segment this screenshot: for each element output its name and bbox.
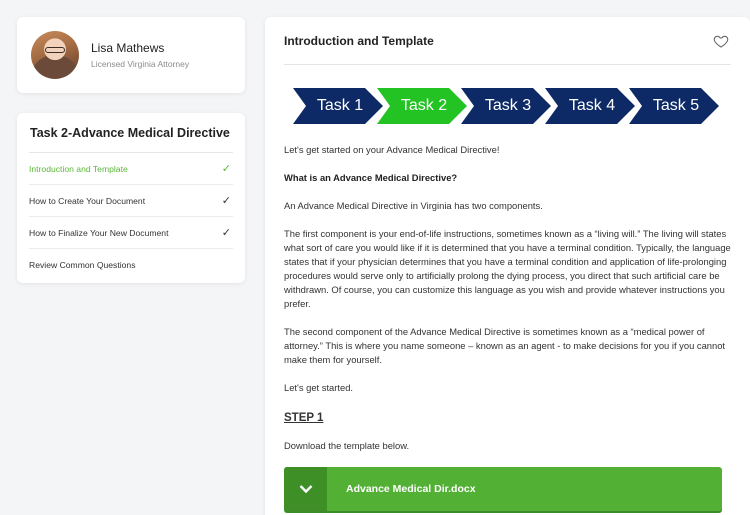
avatar [31, 31, 79, 79]
checkmark-icon: ✓ [221, 227, 231, 239]
task-item-label: How to Create Your Document [29, 195, 146, 206]
chevron-down-icon [284, 467, 327, 511]
checkmark-icon: ✓ [221, 195, 231, 207]
task-progress-steps: Task 1 Task 2 Task 3 Task 4 Task 5 [293, 88, 731, 124]
first-component-paragraph: The first component is your end-of-life … [284, 228, 731, 309]
main-header: Introduction and Template [284, 17, 731, 65]
profile-card: Lisa Mathews Licensed Virginia Attorney [17, 17, 245, 93]
question-heading: What is an Advance Medical Directive? [284, 172, 458, 183]
profile-subtitle: Licensed Virginia Attorney [91, 59, 190, 69]
step-2[interactable]: Task 2 [389, 88, 459, 124]
task-item-finalize-document[interactable]: How to Finalize Your New Document ✓ [29, 217, 233, 249]
download-template-button[interactable]: Advance Medical Dir.docx [284, 467, 722, 511]
download-intro: Download the template below. [284, 440, 410, 451]
task-item-create-document[interactable]: How to Create Your Document ✓ [29, 185, 233, 217]
heart-outline-icon[interactable] [713, 33, 729, 49]
download-file-name: Advance Medical Dir.docx [346, 483, 476, 495]
task-panel-title: Task 2-Advance Medical Directive [29, 113, 233, 153]
task-panel: Task 2-Advance Medical Directive Introdu… [17, 113, 245, 283]
task-item-introduction[interactable]: Introduction and Template ✓ [29, 153, 233, 185]
main-content-card: Introduction and Template Task 1 Task 2 … [265, 17, 750, 515]
profile-name: Lisa Mathews [91, 41, 165, 55]
step-heading: STEP 1 [284, 412, 324, 424]
step-5[interactable]: Task 5 [641, 88, 711, 124]
task-item-common-questions[interactable]: Review Common Questions [29, 249, 233, 281]
task-item-label: How to Finalize Your New Document [29, 227, 169, 238]
step-3[interactable]: Task 3 [473, 88, 543, 124]
components-paragraph: An Advance Medical Directive in Virginia… [284, 200, 543, 211]
article-body: Let's get started on your Advance Medica… [284, 143, 731, 511]
page-title: Introduction and Template [284, 33, 434, 48]
task-item-label: Introduction and Template [29, 163, 128, 174]
intro-paragraph: Let's get started on your Advance Medica… [284, 144, 500, 155]
step-1[interactable]: Task 1 [305, 88, 375, 124]
second-component-paragraph: The second component of the Advance Medi… [284, 326, 726, 365]
start-paragraph: Let's get started. [284, 382, 354, 393]
step-4[interactable]: Task 4 [557, 88, 627, 124]
checkmark-icon: ✓ [221, 163, 231, 175]
task-item-label: Review Common Questions [29, 260, 136, 270]
